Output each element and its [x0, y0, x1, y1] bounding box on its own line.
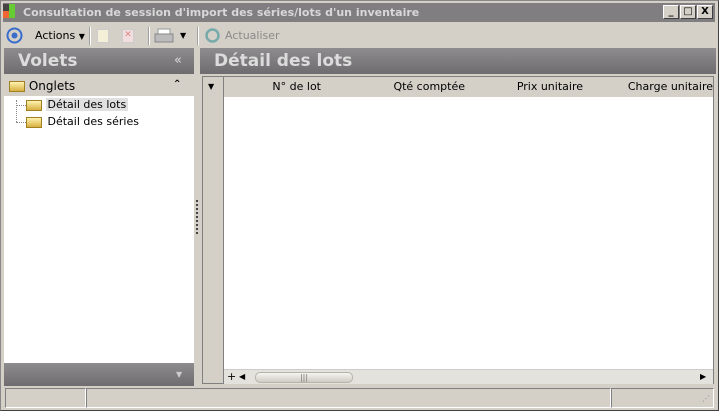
tab-tree: Détail des lots Détail des séries [4, 96, 194, 363]
left-panel-title: Volets [18, 51, 78, 71]
separator [89, 27, 91, 45]
status-segment [611, 388, 714, 408]
column-header-price[interactable]: Prix unitaire [467, 77, 583, 97]
scroll-thumb[interactable]: ||| [255, 372, 353, 383]
tree-item-lots[interactable]: Détail des lots [16, 96, 129, 113]
app-menu-icon[interactable] [6, 27, 23, 44]
tree-item-series[interactable]: Détail des séries [16, 113, 141, 130]
tree-item-label: Détail des séries [47, 115, 139, 128]
status-bar: ⋰ [3, 388, 715, 408]
minimize-button[interactable]: _ [663, 5, 679, 19]
section-onglets[interactable]: Onglets [4, 76, 194, 96]
chevron-down-icon: ▼ [78, 32, 85, 41]
column-header-lot[interactable]: N° de lot [225, 77, 321, 97]
print-icon[interactable] [154, 28, 174, 44]
folder-icon [9, 81, 25, 92]
status-segment [86, 388, 611, 408]
actions-label: Actions [35, 29, 76, 42]
toolbar: Actions ▼ ✕ ▼ Actualiser [3, 24, 715, 47]
left-panel-header: Volets [4, 48, 194, 74]
horizontal-scrollbar[interactable]: + ◀ ||| ▶ [224, 369, 713, 384]
window-title: Consultation de session d'import des sér… [23, 6, 420, 19]
splitter-handle[interactable] [196, 200, 198, 234]
section-label: Onglets [28, 79, 76, 93]
scroll-left-icon[interactable]: ◀ [239, 372, 245, 381]
close-button[interactable]: X [697, 5, 713, 19]
folder-icon [26, 116, 42, 128]
tree-item-label: Détail des lots [45, 98, 129, 111]
refresh-button[interactable]: Actualiser [225, 24, 280, 47]
separator [148, 27, 150, 45]
column-header-charge[interactable]: Charge unitaire [585, 77, 713, 97]
main-title: Détail des lots [214, 51, 353, 71]
column-chooser-icon[interactable]: ▼ [208, 82, 214, 91]
app-logo-icon [3, 4, 15, 18]
main-header: Détail des lots [200, 48, 716, 74]
chevron-down-icon[interactable]: ▼ [176, 370, 182, 379]
add-row-icon[interactable]: + [227, 370, 236, 383]
status-segment [5, 388, 86, 408]
delete-icon[interactable]: ✕ [122, 29, 134, 43]
row-indicator-column [203, 77, 224, 383]
column-header-qty[interactable]: Qté comptée [323, 77, 465, 97]
print-dropdown-chevron-icon[interactable]: ▼ [180, 24, 186, 47]
actions-menu[interactable]: Actions ▼ [35, 24, 85, 47]
collapse-panel-icon[interactable]: « [174, 53, 182, 68]
title-bar: Consultation de session d'import des sér… [3, 3, 715, 22]
left-panel-footer [4, 363, 194, 386]
data-grid: ▼ N° de lot Qté comptée Prix unitaire Ch… [202, 76, 714, 384]
scroll-right-icon[interactable]: ▶ [700, 372, 706, 381]
collapse-section-icon[interactable]: ⌃ [173, 79, 181, 90]
maximize-button[interactable]: □ [680, 5, 696, 19]
refresh-icon [205, 28, 220, 43]
separator [197, 27, 199, 45]
new-icon[interactable] [97, 29, 109, 43]
resize-grip-icon[interactable]: ⋰ [702, 394, 710, 403]
open-folder-icon [26, 99, 42, 111]
